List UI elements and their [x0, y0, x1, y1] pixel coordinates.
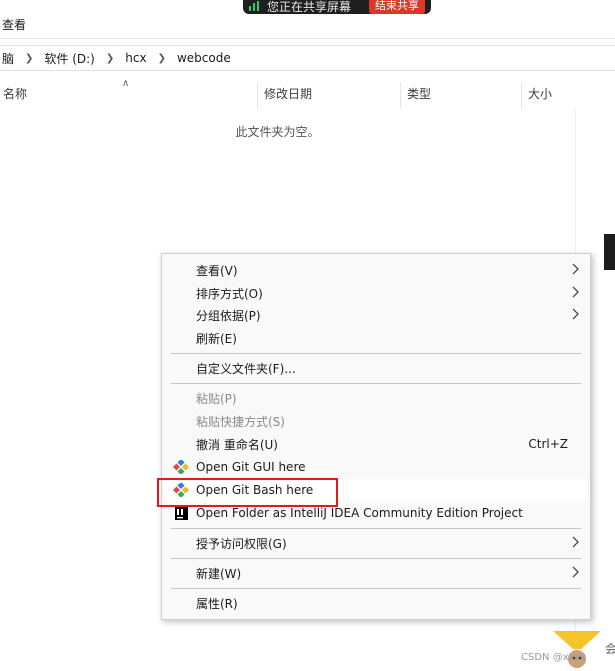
column-header-name[interactable]: 名称 [3, 80, 27, 108]
menu-separator [171, 383, 581, 384]
chevron-right-icon[interactable]: ❯ [97, 53, 123, 64]
menu-item-label: 刷新(E) [196, 331, 237, 346]
menu-item-label: 授予访问权限(G) [196, 536, 287, 551]
menu-separator [171, 353, 581, 354]
menu-item-open-git-gui[interactable]: Open Git GUI here [164, 456, 588, 478]
menu-item-shortcut: Ctrl+Z [528, 437, 568, 451]
menu-item-open-git-bash[interactable]: Open Git Bash here [164, 479, 588, 501]
column-divider[interactable] [521, 82, 522, 108]
menu-separator [171, 588, 581, 589]
column-header-date[interactable]: 修改日期 [264, 80, 312, 108]
explorer-window: 您正在共享屏幕 结束共享 查看 脑 ❯ 软件 (D:) ❯ hcx ❯ webc… [0, 0, 615, 671]
menu-item-label: 新建(W) [196, 566, 242, 581]
menu-item-label: 粘贴(P) [196, 391, 237, 406]
mascot-sticker-icon [553, 631, 601, 668]
menu-item-view[interactable]: 查看(V) [164, 259, 588, 281]
menu-item-label: 属性(R) [196, 596, 238, 611]
menu-item-customize-folder[interactable]: 自定义文件夹(F)... [164, 357, 588, 379]
side-text: 会 [605, 642, 615, 656]
menu-separator [171, 528, 581, 529]
menu-item-label: 排序方式(O) [196, 286, 263, 301]
menu-item-sort[interactable]: 排序方式(O) [164, 282, 588, 304]
chevron-right-icon [572, 286, 579, 298]
chevron-right-icon[interactable]: ❯ [149, 53, 175, 64]
sort-ascending-icon: ∧ [122, 78, 130, 89]
watermark-text: CSDN @xxxx [521, 652, 587, 663]
git-icon [173, 460, 189, 474]
column-divider[interactable] [400, 82, 401, 108]
column-header-size[interactable]: 大小 [528, 80, 552, 108]
chevron-right-icon [572, 263, 579, 275]
menu-item-label: 自定义文件夹(F)... [196, 361, 296, 376]
menu-item-label: Open Folder as IntelliJ IDEA Community E… [196, 506, 523, 520]
ribbon-divider [0, 38, 615, 39]
menu-item-label: Open Git Bash here [196, 483, 314, 497]
ribbon-tab-view[interactable]: 查看 [2, 16, 26, 33]
breadcrumb-this-pc[interactable]: 脑 [0, 50, 16, 67]
share-status-text: 您正在共享屏幕 [267, 0, 352, 14]
menu-item-grant-access[interactable]: 授予访问权限(G) [164, 532, 588, 554]
chevron-right-icon[interactable]: ❯ [16, 53, 42, 64]
menu-separator [171, 558, 581, 559]
empty-folder-message: 此文件夹为空。 [235, 125, 320, 139]
menu-item-group[interactable]: 分组依据(P) [164, 304, 588, 326]
menu-item-label: 撤消 重命名(U) [196, 437, 278, 452]
menu-item-label: 查看(V) [196, 263, 238, 278]
menu-item-properties[interactable]: 属性(R) [164, 592, 588, 614]
breadcrumb-hcx[interactable]: hcx [123, 51, 148, 65]
side-panel-tab[interactable] [604, 234, 615, 270]
signal-bars-icon [249, 1, 259, 11]
context-menu: 查看(V) 排序方式(O) 分组依据(P) 刷新(E) 自定义文件夹(F)...… [161, 253, 591, 620]
menu-item-label: Open Git GUI here [196, 460, 306, 474]
menu-item-paste-shortcut: 粘贴快捷方式(S) [164, 410, 588, 432]
menu-item-label: 分组依据(P) [196, 308, 261, 323]
menu-item-new[interactable]: 新建(W) [164, 562, 588, 584]
address-bar[interactable]: 脑 ❯ 软件 (D:) ❯ hcx ❯ webcode [0, 45, 615, 71]
chevron-right-icon [572, 566, 579, 578]
menu-item-label: 粘贴快捷方式(S) [196, 414, 285, 429]
chevron-right-icon [572, 536, 579, 548]
breadcrumb-drive-d[interactable]: 软件 (D:) [42, 50, 96, 67]
intellij-idea-icon [175, 506, 188, 520]
column-headers: ∧ 名称 修改日期 类型 大小 [0, 78, 615, 108]
stop-sharing-button[interactable]: 结束共享 [369, 0, 425, 14]
git-icon [173, 483, 189, 497]
menu-item-paste: 粘贴(P) [164, 387, 588, 409]
menu-item-refresh[interactable]: 刷新(E) [164, 327, 588, 349]
chevron-right-icon [572, 308, 579, 320]
column-header-type[interactable]: 类型 [407, 80, 431, 108]
menu-item-undo-rename[interactable]: 撤消 重命名(U) Ctrl+Z [164, 433, 588, 455]
menu-item-open-intellij[interactable]: Open Folder as IntelliJ IDEA Community E… [164, 502, 588, 524]
screen-share-banner: 您正在共享屏幕 结束共享 [243, 0, 431, 14]
column-divider[interactable] [257, 82, 258, 108]
breadcrumb-webcode[interactable]: webcode [175, 51, 233, 65]
